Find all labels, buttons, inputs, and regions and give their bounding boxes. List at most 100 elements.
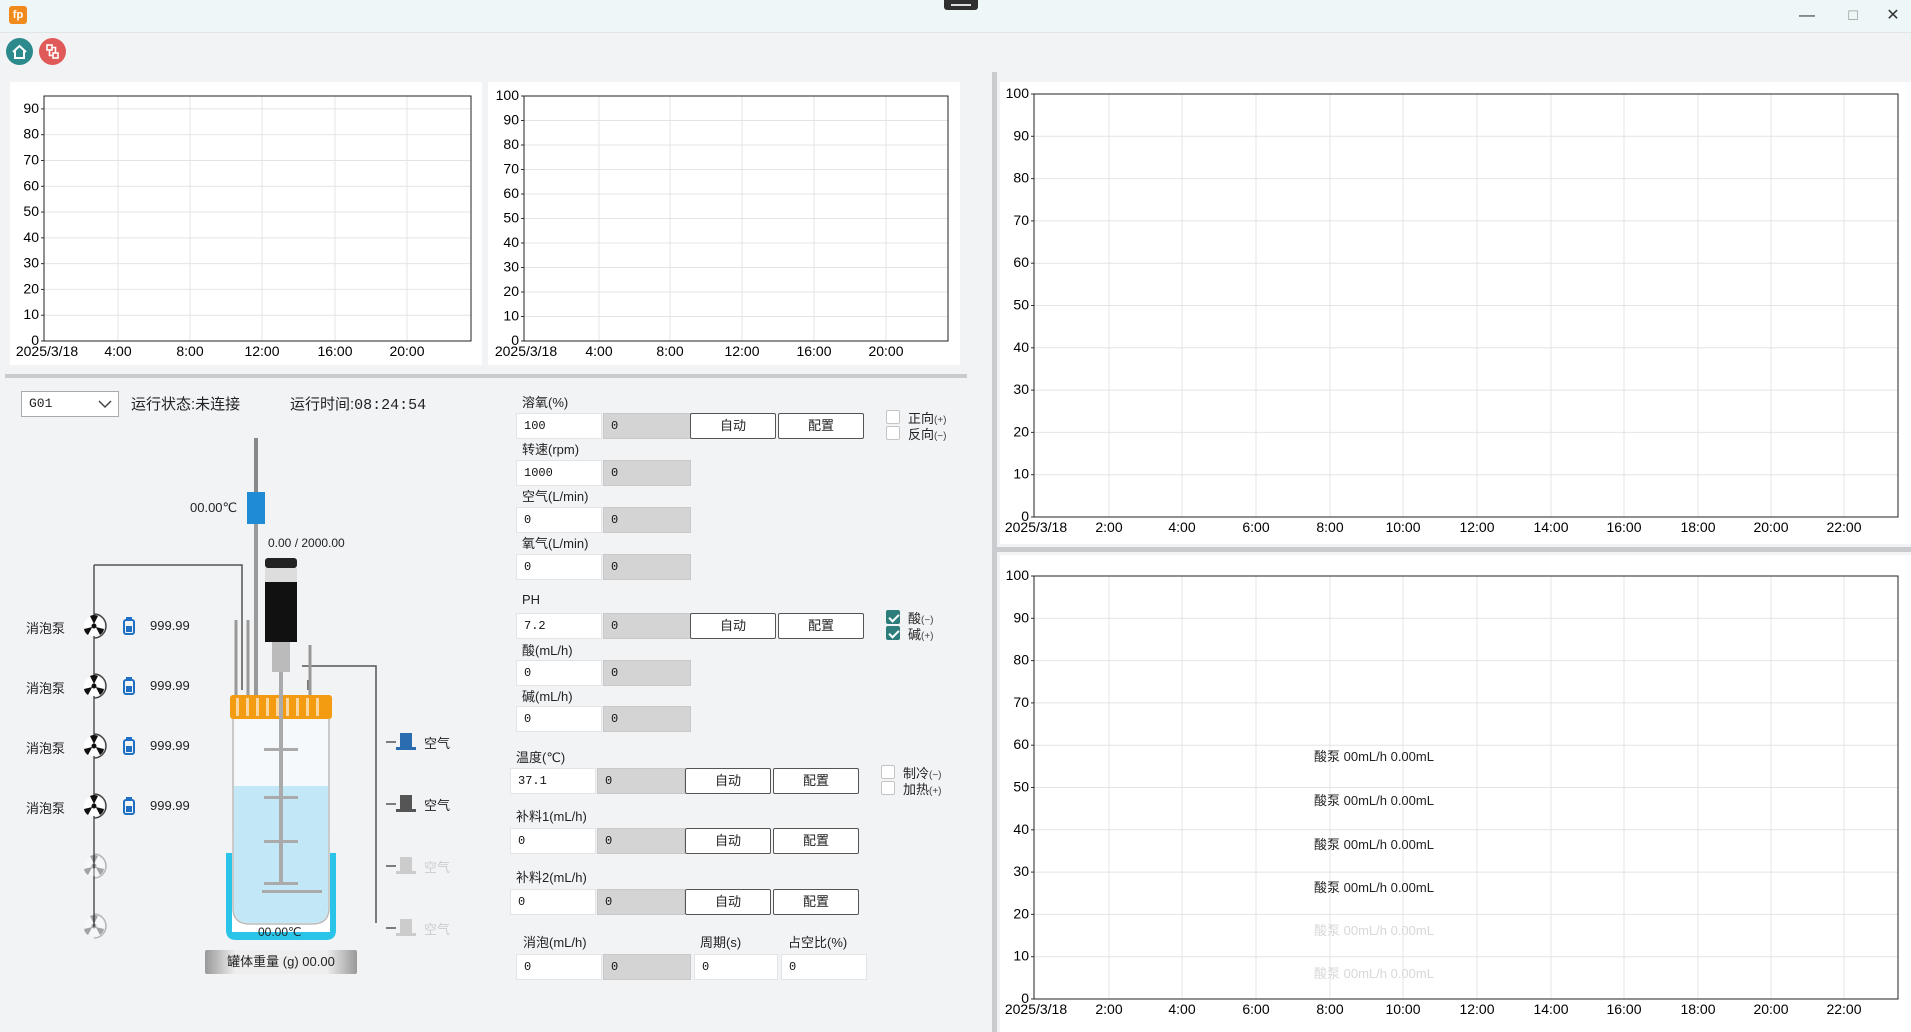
jacket-temperature: 00.00℃ (258, 925, 302, 939)
base-mode-checkbox[interactable] (886, 626, 900, 640)
x-tick-label: 6:00 (1242, 519, 1269, 535)
gas-valve-row[interactable]: 空气 (376, 730, 456, 754)
cap-ridges (236, 698, 319, 716)
temp-setpoint-input[interactable]: 37.1 (510, 768, 596, 794)
reverse-checkbox[interactable] (886, 426, 900, 440)
do-auto-button[interactable]: 自动 (690, 413, 776, 439)
ph-config-button[interactable]: 配置 (778, 613, 864, 639)
impeller (264, 882, 298, 885)
base-mode-text: 碱 (908, 627, 922, 642)
x-tick-label: 14:00 (1533, 519, 1568, 535)
y-tick-label: 90 (1013, 127, 1029, 143)
speed-setpoint-input[interactable]: 1000 (516, 460, 602, 486)
x-tick-label: 20:00 (1753, 519, 1788, 535)
air-setpoint-input[interactable]: 0 (516, 507, 602, 533)
x-tick-label: 12:00 (1459, 519, 1494, 535)
x-tick-label: 18:00 (1680, 519, 1715, 535)
heat-label: 加热(+) (903, 779, 942, 798)
feed1-auto-button[interactable]: 自动 (685, 828, 771, 854)
y-tick-label: 30 (1013, 863, 1029, 879)
feed2-auto-button[interactable]: 自动 (685, 889, 771, 915)
antifoam-setpoint-input[interactable]: 0 (516, 954, 602, 980)
x-tick-label: 8:00 (1316, 1001, 1343, 1017)
ph-auto-button[interactable]: 自动 (690, 613, 776, 639)
impeller (264, 840, 298, 843)
y-tick-label: 10 (1013, 466, 1029, 482)
device-select[interactable]: G01 (21, 391, 119, 417)
feed1-setpoint-input[interactable]: 0 (510, 828, 596, 854)
air-reading: 0 (603, 507, 691, 533)
temp-auto-button[interactable]: 自动 (685, 768, 771, 794)
reverse-sign: (−) (934, 431, 947, 442)
cool-checkbox[interactable] (881, 765, 895, 779)
vessel-weight-value: 00.00 (302, 954, 335, 969)
acid-label: 酸(mL/h) (522, 643, 573, 658)
temp-config-button[interactable]: 配置 (773, 768, 859, 794)
temp-reading: 0 (597, 768, 685, 794)
oxygen-setpoint-input[interactable]: 0 (516, 554, 602, 580)
base-setpoint-input[interactable]: 0 (516, 706, 602, 732)
y-tick-label: 30 (1013, 381, 1029, 397)
acid-setpoint-input[interactable]: 0 (516, 660, 602, 686)
heat-checkbox[interactable] (881, 781, 895, 795)
x-tick-label: 16:00 (1606, 519, 1641, 535)
pump-volume: 999.99 (150, 618, 190, 633)
acid-pump-status: 酸泵 00mL/h 0.00mL (1314, 923, 1434, 938)
do-config-button[interactable]: 配置 (778, 413, 864, 439)
gas-name: 空气 (424, 922, 451, 937)
gas-valve-icon (386, 857, 416, 874)
base-mode-sign: (+) (921, 631, 934, 642)
heat-sign: (+) (929, 786, 942, 797)
y-tick-label: 50 (503, 210, 519, 226)
reverse-label: 反向(−) (908, 424, 947, 443)
do-setpoint-input[interactable]: 100 (516, 413, 602, 439)
feed2-setpoint-input[interactable]: 0 (510, 889, 596, 915)
x-tick-label: 16:00 (317, 343, 352, 359)
period-label: 周期(s) (700, 935, 742, 950)
y-tick-label: 70 (1013, 694, 1029, 710)
y-tick-label: 50 (1013, 779, 1029, 795)
vessel-weight-label: 罐体重量 (g) (227, 954, 299, 969)
pump-fan-icon (84, 853, 107, 879)
y-tick-label: 20 (1013, 905, 1029, 921)
y-tick-label: 50 (23, 203, 39, 219)
antifoam-pump-row[interactable] (0, 852, 200, 880)
antifoam-pump-row[interactable]: 消泡泵 999.99 (0, 792, 200, 820)
gas-name: 空气 (424, 860, 451, 875)
gas-valve-row[interactable]: 空气 (376, 916, 456, 940)
gas-valve-row[interactable]: 空气 (376, 854, 456, 878)
duty-input[interactable]: 0 (781, 954, 867, 980)
feed2-config-button[interactable]: 配置 (773, 889, 859, 915)
acid-mode-checkbox[interactable] (886, 610, 900, 624)
x-tick-label: 4:00 (104, 343, 131, 359)
pump-name: 消泡泵 (26, 801, 66, 816)
y-tick-label: 70 (503, 161, 519, 177)
y-tick-label: 40 (1013, 339, 1029, 355)
antifoam-pump-row[interactable]: 消泡泵 999.99 (0, 672, 200, 700)
period-input[interactable]: 0 (694, 954, 778, 980)
motor (265, 582, 297, 642)
x-tick-label: 16:00 (796, 343, 831, 359)
antifoam-pump-row[interactable]: 消泡泵 999.99 (0, 732, 200, 760)
y-tick-label: 10 (503, 308, 519, 324)
motor-top (265, 558, 297, 568)
y-tick-label: 20 (23, 280, 39, 296)
ph-setpoint-input[interactable]: 7.2 (516, 613, 602, 639)
y-tick-label: 30 (23, 255, 39, 271)
x-tick-label: 6:00 (1242, 1001, 1269, 1017)
bottle-icon (123, 797, 135, 815)
y-tick-label: 10 (1013, 948, 1029, 964)
antifoam-label: 消泡(mL/h) (523, 935, 587, 950)
gas-valve-icon (386, 795, 416, 812)
vessel-weight: 罐体重量 (g) 00.00 (205, 950, 357, 974)
feed1-config-button[interactable]: 配置 (773, 828, 859, 854)
acid-pump-status: 酸泵 00mL/h 0.00mL (1314, 749, 1434, 764)
air-label: 空气(L/min) (522, 489, 589, 504)
bottle-icon (123, 617, 135, 635)
forward-checkbox[interactable] (886, 410, 900, 424)
antifoam-pump-row[interactable]: 消泡泵 999.99 (0, 612, 200, 640)
antifoam-pump-row[interactable] (0, 912, 200, 940)
gas-valve-row[interactable]: 空气 (376, 792, 456, 816)
y-tick-label: 10 (23, 306, 39, 322)
gas-valve-icon (386, 919, 416, 936)
